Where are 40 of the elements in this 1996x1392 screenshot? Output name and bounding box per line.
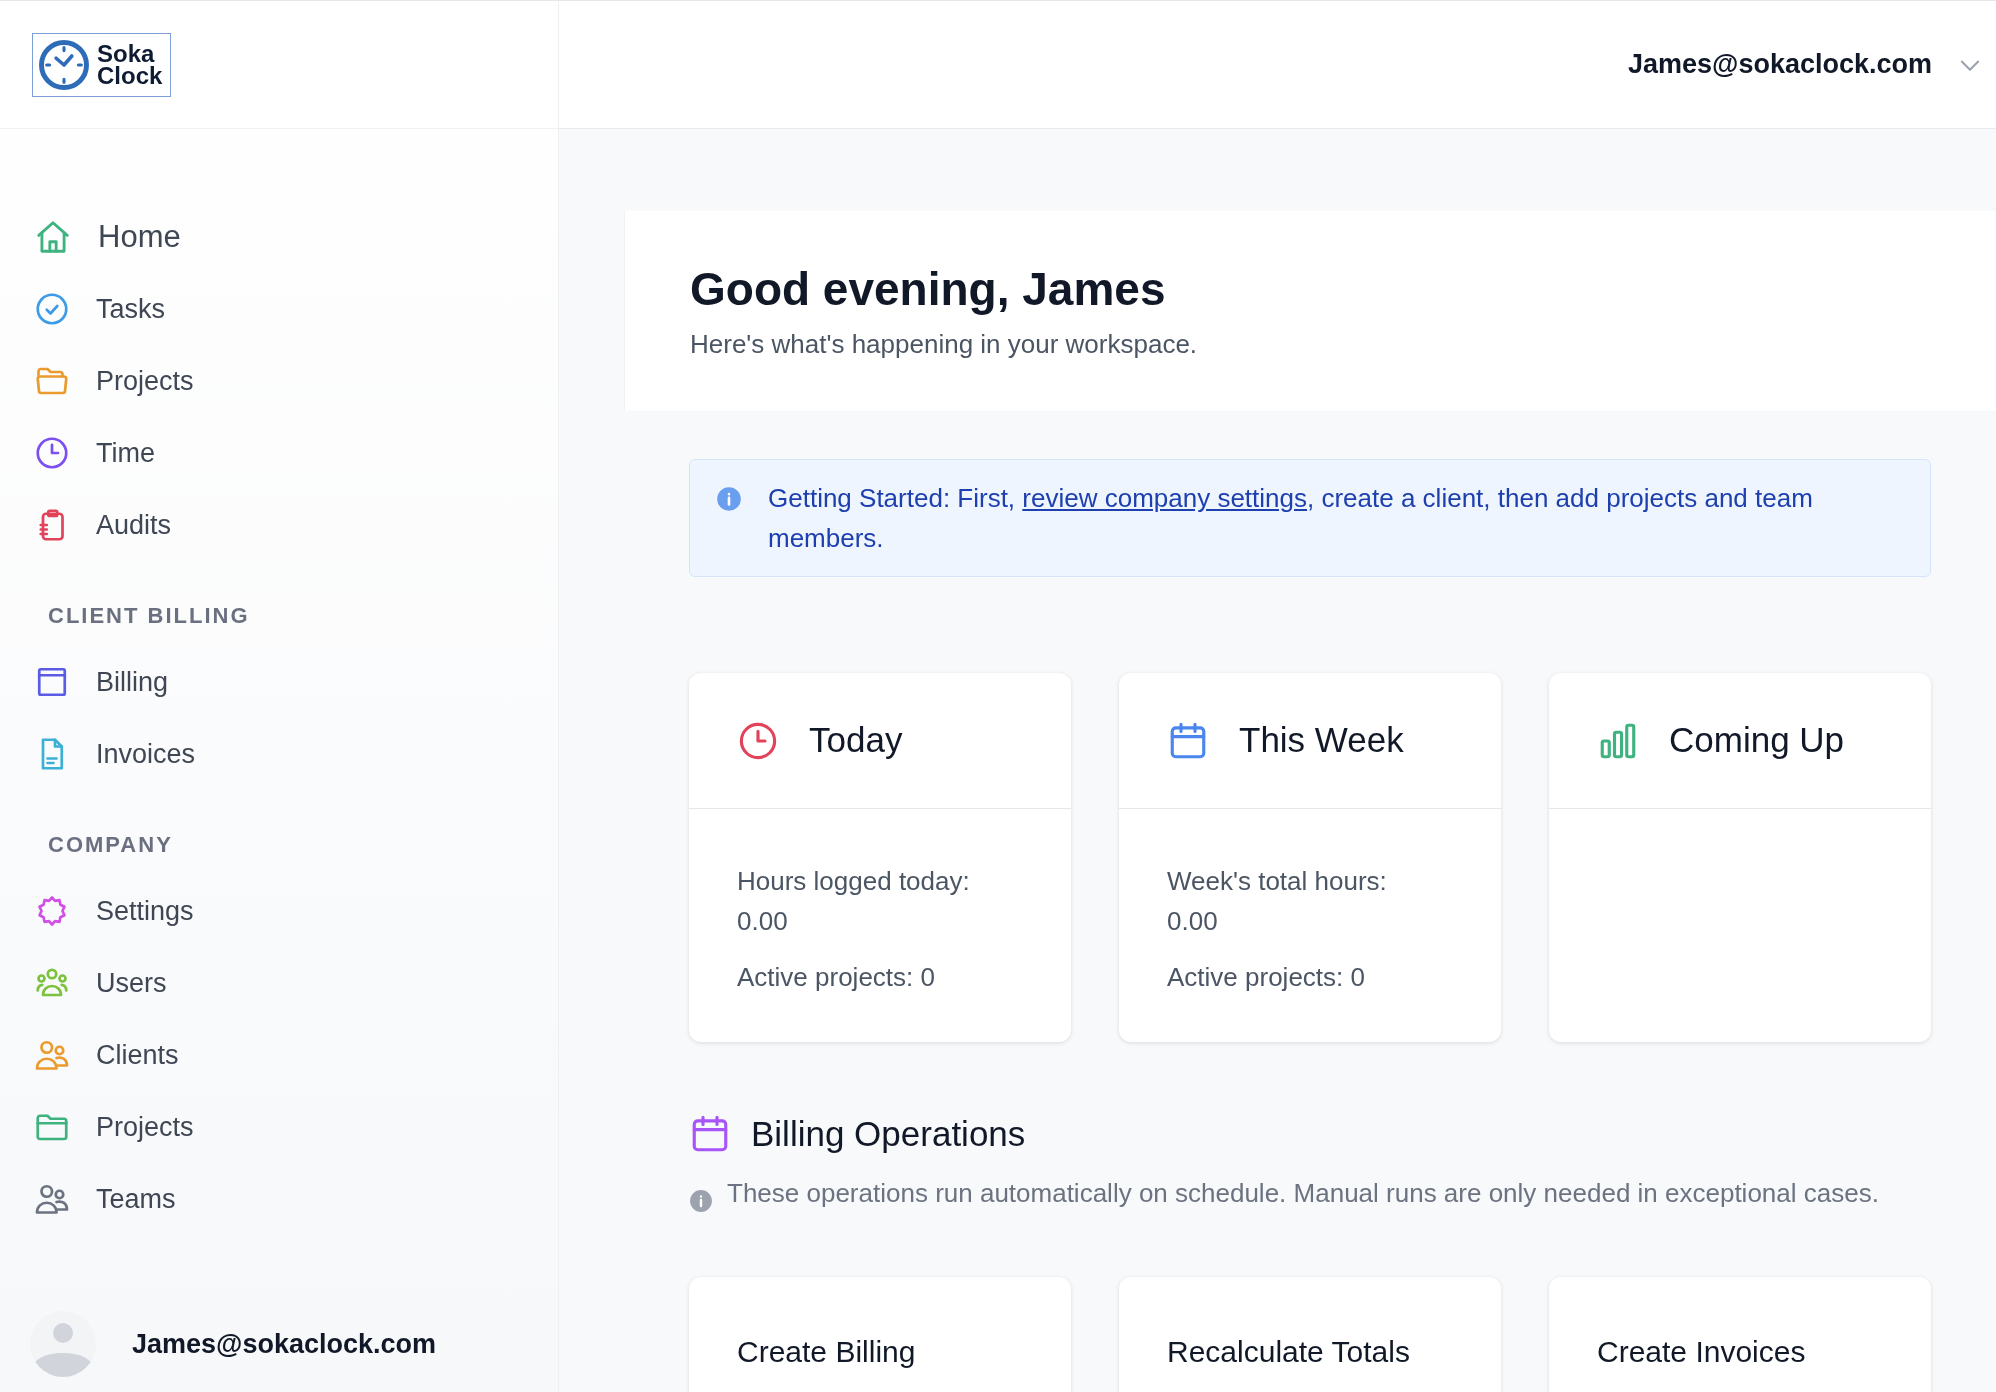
card-title: Today — [809, 719, 903, 762]
user-menu[interactable]: James@sokaclock.com — [1628, 44, 1984, 85]
info-icon — [689, 1188, 713, 1213]
greeting-title: Good evening, James — [690, 262, 1167, 317]
logo[interactable]: Soka Clock — [32, 32, 172, 97]
section-heading: CLIENT BILLING — [47, 602, 251, 630]
nav-item[interactable]: Billing — [0, 646, 558, 718]
nav-item[interactable]: Projects — [0, 1091, 558, 1163]
card-stat: Hours logged today: 0.00 — [737, 865, 971, 938]
settings-link[interactable]: review company settings — [1022, 483, 1307, 513]
nav-item[interactable]: Time — [0, 417, 558, 489]
card-title: This Week — [1239, 719, 1404, 762]
card-stat: Active projects: 0 — [1167, 961, 1366, 994]
nav-item[interactable]: Teams — [0, 1163, 558, 1235]
nav-item[interactable]: Invoices — [0, 718, 558, 790]
operation-title: Create Invoices — [1597, 1333, 1807, 1370]
section-title: Billing Operations — [751, 1113, 1026, 1155]
check-circle-icon — [34, 291, 70, 327]
user-email: James@sokaclock.com — [132, 1327, 436, 1361]
nav-item[interactable]: Users — [0, 947, 558, 1019]
clock-icon — [34, 435, 70, 471]
card-title: Coming Up — [1669, 719, 1845, 762]
nav-item[interactable]: Tasks — [0, 273, 558, 345]
greeting-subtitle: Here's what's happening in your workspace. — [690, 328, 1199, 361]
alert-message: Getting Started: First, review company settings, create a client, then add projects and team members. — [768, 482, 1814, 555]
nav-item[interactable]: Clients — [0, 1019, 558, 1091]
nav-item[interactable]: Projects — [0, 345, 558, 417]
clock-logo-icon — [37, 37, 91, 92]
card-stat: Week's total hours: 0.00 — [1167, 865, 1388, 938]
section-heading: COMPANY — [47, 831, 174, 859]
operation-title: Recalculate Totals — [1167, 1333, 1411, 1370]
logo-text: Soka Clock — [97, 42, 164, 87]
info-icon — [716, 486, 742, 512]
nav-item[interactable]: Audits — [0, 489, 558, 561]
nav-item[interactable]: Settings — [0, 875, 558, 947]
home-icon — [34, 218, 72, 256]
section-note: These operations run automatically on schedule. Manual runs are only needed in exceptional cases. — [727, 1176, 1879, 1210]
nav-item[interactable]: Home — [0, 201, 558, 273]
operation-title: Create Billing — [737, 1333, 917, 1370]
card-stat: Active projects: 0 — [737, 961, 936, 994]
